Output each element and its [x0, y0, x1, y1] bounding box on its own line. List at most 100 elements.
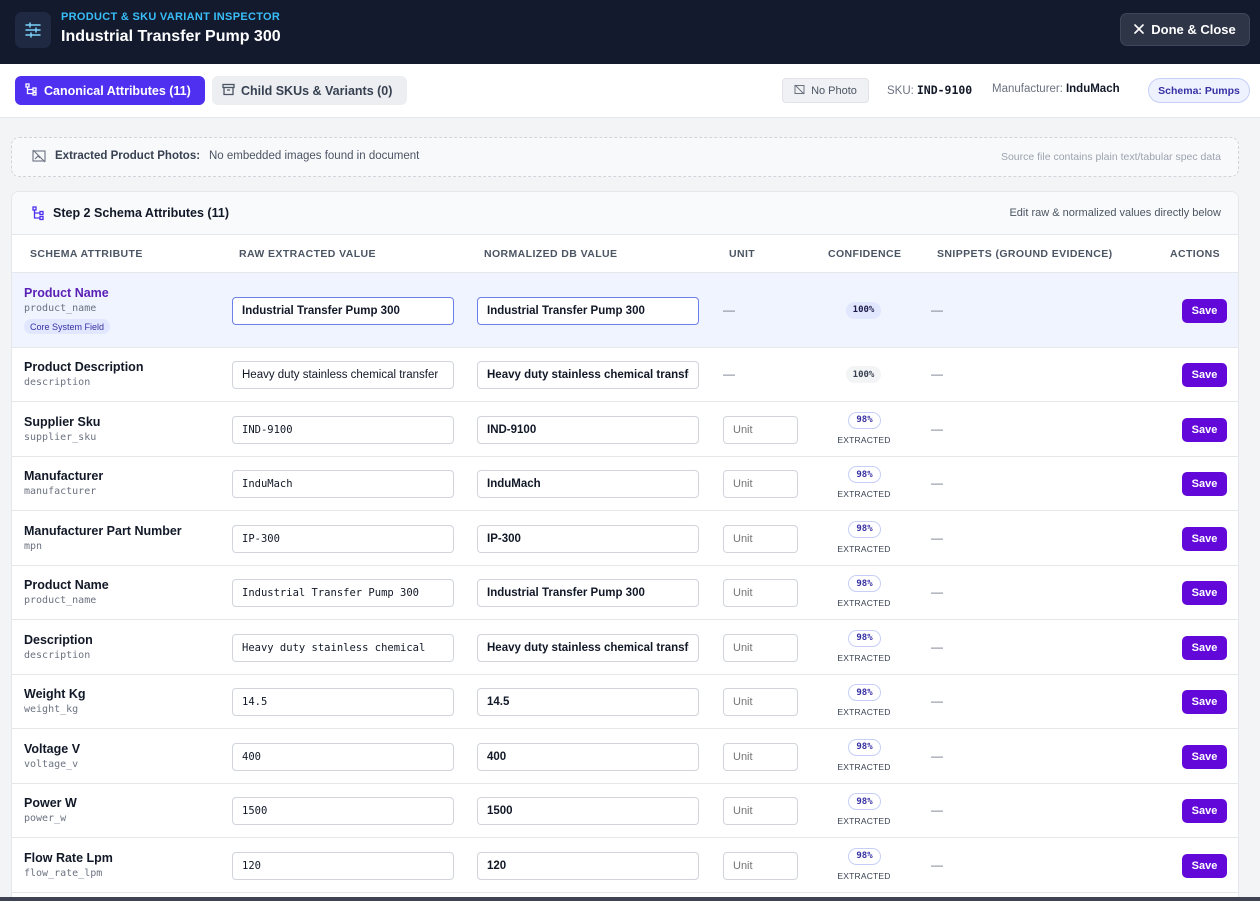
- raw-value-input[interactable]: [232, 296, 454, 325]
- raw-value-input[interactable]: [232, 633, 454, 662]
- confidence-source: EXTRACTED: [837, 870, 891, 881]
- attribute-name: Flow Rate Lpm: [24, 850, 113, 865]
- attribute-name: Product Name: [24, 578, 109, 592]
- attribute-name: Power W: [24, 796, 77, 810]
- attribute-name: Supplier Sku: [24, 414, 101, 429]
- unit-input[interactable]: [723, 415, 798, 444]
- normalized-value-input[interactable]: [477, 524, 699, 553]
- confidence-badge: 98%: [848, 738, 881, 756]
- snippet-empty: —: [931, 748, 943, 763]
- unit-input[interactable]: [723, 633, 798, 662]
- confidence-badge: 98%: [848, 575, 881, 592]
- manufacturer-label: Manufacturer:: [992, 83, 1063, 95]
- normalized-value-input[interactable]: [477, 415, 699, 444]
- snippet-empty: —: [931, 857, 943, 872]
- save-button[interactable]: Save: [1182, 744, 1227, 769]
- extracted-photos-bar: Extracted Product Photos: No embedded im…: [11, 137, 1239, 177]
- save-button[interactable]: Save: [1182, 298, 1227, 323]
- unit-input[interactable]: [723, 470, 798, 498]
- confidence-badge: 98%: [848, 520, 881, 538]
- table-row: Supplier Sku supplier_sku 98% EXTRACTED — Sav…: [12, 402, 1238, 457]
- normalized-value-input[interactable]: [477, 296, 699, 325]
- unit-input[interactable]: [723, 579, 798, 607]
- confidence-source: EXTRACTED: [837, 761, 891, 772]
- column-header: ACTIONS: [1170, 248, 1221, 260]
- unit-input[interactable]: [723, 851, 798, 880]
- attribute-key: product_name: [24, 595, 97, 606]
- sku-info: SKU: IND-9100: [887, 83, 972, 97]
- table-row: Manufacturer Part Number mpn 98% EXTRACTED —…: [12, 511, 1238, 566]
- raw-value-input[interactable]: [232, 361, 454, 389]
- no-photo-label: No Photo: [811, 84, 857, 97]
- save-button[interactable]: Save: [1182, 690, 1227, 714]
- normalized-value-input[interactable]: [477, 797, 699, 825]
- normalized-value-input[interactable]: [477, 579, 699, 607]
- normalized-value-input[interactable]: [477, 742, 699, 771]
- done-close-button[interactable]: Done & Close: [1120, 13, 1250, 46]
- attribute-name: Manufacturer: [24, 469, 104, 483]
- attribute-name: Voltage V: [24, 741, 81, 756]
- tab-canonical-attributes[interactable]: Canonical Attributes (11): [15, 76, 205, 105]
- save-button[interactable]: Save: [1182, 417, 1227, 442]
- photos-note: Source file contains plain text/tabular …: [1000, 151, 1221, 163]
- save-button[interactable]: Save: [1182, 581, 1227, 605]
- normalized-value-input[interactable]: [477, 688, 699, 716]
- raw-value-input[interactable]: [232, 742, 454, 771]
- attribute-key: description: [24, 377, 91, 388]
- unit-input[interactable]: [723, 742, 798, 771]
- save-button[interactable]: Save: [1182, 799, 1227, 823]
- attribute-key: manufacturer: [24, 486, 97, 497]
- confidence-badge: 98%: [848, 466, 881, 483]
- raw-value-input[interactable]: [232, 797, 454, 825]
- card-header: Step 2 Schema Attributes (11) Edit raw &…: [12, 192, 1238, 235]
- raw-value-input[interactable]: [232, 524, 454, 553]
- column-header: SNIPPETS (GROUND EVIDENCE): [937, 248, 1113, 260]
- header-eyebrow: PRODUCT & SKU VARIANT INSPECTOR: [61, 11, 281, 23]
- confidence-badge: 98%: [848, 684, 881, 701]
- save-button[interactable]: Save: [1182, 472, 1227, 496]
- table-row: Power W power_w 98% EXTRACTED — Save: [12, 784, 1238, 838]
- image-off-icon: [794, 84, 805, 98]
- image-off-icon: [32, 149, 46, 168]
- table-row: Product Name product_name Core System Fiel…: [12, 273, 1238, 348]
- save-button[interactable]: Save: [1182, 635, 1227, 660]
- manufacturer-value: InduMach: [1065, 83, 1120, 95]
- normalized-value-input[interactable]: [477, 851, 699, 880]
- tab-child-skus[interactable]: Child SKUs & Variants (0): [212, 76, 407, 105]
- save-button[interactable]: Save: [1182, 853, 1227, 878]
- unit-input[interactable]: [723, 797, 798, 825]
- attribute-key: power_w: [24, 813, 67, 824]
- attribute-key: flow_rate_lpm: [24, 867, 103, 879]
- attribute-name: Product Name: [24, 286, 109, 300]
- snippet-empty: —: [931, 585, 943, 599]
- snippet-empty: —: [931, 803, 943, 817]
- raw-value-input[interactable]: [232, 851, 454, 880]
- attribute-name: Product Description: [24, 360, 144, 374]
- app-header: PRODUCT & SKU VARIANT INSPECTOR Industri…: [0, 0, 1260, 64]
- snippet-empty: —: [931, 530, 943, 545]
- snippet-empty: —: [931, 476, 943, 490]
- raw-value-input[interactable]: [232, 688, 454, 716]
- save-button[interactable]: Save: [1182, 526, 1227, 551]
- raw-value-input[interactable]: [232, 470, 454, 498]
- snippet-empty: —: [931, 694, 943, 708]
- raw-value-input[interactable]: [232, 579, 454, 607]
- normalized-value-input[interactable]: [477, 361, 699, 389]
- table-row: Flow Rate Lpm flow_rate_lpm 98% EXTRACTED — S…: [12, 838, 1238, 893]
- snippet-empty: —: [931, 302, 943, 317]
- unit-input[interactable]: [723, 688, 798, 716]
- card-title: Step 2 Schema Attributes (11): [53, 206, 229, 220]
- save-button[interactable]: Save: [1182, 363, 1227, 387]
- confidence-source: EXTRACTED: [837, 489, 891, 499]
- hierarchy-icon: [32, 206, 45, 226]
- unit-input[interactable]: [723, 524, 798, 553]
- normalized-value-input[interactable]: [477, 633, 699, 662]
- column-header: CONFIDENCE: [828, 248, 902, 260]
- close-icon: [1134, 22, 1145, 37]
- unit-empty: —: [723, 367, 735, 381]
- attribute-name: Manufacturer Part Number: [24, 523, 182, 538]
- sliders-icon: [15, 12, 51, 48]
- archive-icon: [222, 83, 235, 99]
- raw-value-input[interactable]: [232, 415, 454, 444]
- normalized-value-input[interactable]: [477, 470, 699, 498]
